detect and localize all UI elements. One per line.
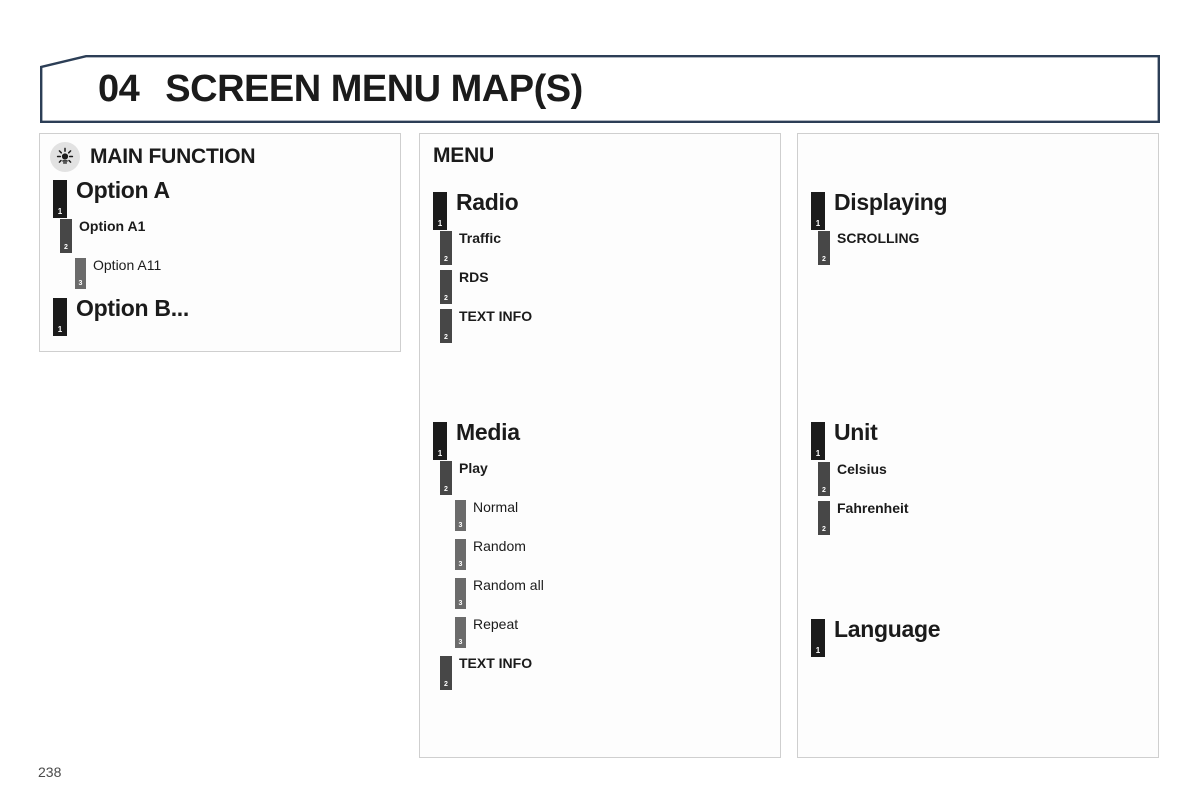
level-marker-number: 1 bbox=[57, 325, 63, 334]
menu-item-label: SCROLLING bbox=[837, 230, 920, 246]
level-marker-2: 2 bbox=[440, 231, 452, 265]
menu-item-label: Repeat bbox=[473, 616, 519, 632]
menu-item-level-1[interactable]: 1 Option B... bbox=[53, 295, 189, 336]
level-marker-1: 1 bbox=[433, 192, 447, 230]
level-marker-number: 2 bbox=[444, 256, 448, 263]
menu-item-level-3[interactable]: 3 Option A11 bbox=[75, 257, 162, 289]
level-marker-2: 2 bbox=[440, 656, 452, 690]
menu-item-label: RDS bbox=[459, 269, 489, 285]
level-marker-3: 3 bbox=[455, 500, 466, 531]
menu-item-label: Traffic bbox=[459, 230, 502, 246]
level-marker-1: 1 bbox=[433, 422, 447, 460]
level-marker-2: 2 bbox=[818, 231, 830, 265]
level-marker-2: 2 bbox=[818, 462, 830, 496]
menu-item-level-1[interactable]: 1 Media bbox=[433, 419, 520, 460]
menu-item-level-3[interactable]: 3 Random all bbox=[455, 577, 544, 609]
menu-item-level-1[interactable]: 1 Unit bbox=[811, 419, 878, 460]
sun-glyph bbox=[56, 147, 74, 164]
level-marker-number: 2 bbox=[822, 526, 826, 533]
menu-item-label: Fahrenheit bbox=[837, 500, 909, 516]
level-marker-1: 1 bbox=[811, 192, 825, 230]
settings-panel: 1 Displaying 2 SCROLLING 1 Unit 2 Celsius 2 Fahre… bbox=[797, 133, 1159, 758]
level-marker-1: 1 bbox=[53, 298, 67, 336]
chapter-title: SCREEN MENU MAP(S) bbox=[165, 68, 583, 110]
level-marker-number: 2 bbox=[822, 487, 826, 494]
menu-item-level-2[interactable]: 2 TEXT INFO bbox=[440, 308, 533, 343]
chapter-number: 04 bbox=[98, 68, 140, 110]
legend-header: MAIN FUNCTION bbox=[50, 142, 256, 172]
level-marker-3: 3 bbox=[455, 617, 466, 648]
menu-panel-heading: MENU bbox=[433, 144, 495, 167]
level-marker-3: 3 bbox=[75, 258, 86, 289]
level-marker-number: 2 bbox=[444, 486, 448, 493]
menu-item-label: Option A1 bbox=[79, 218, 146, 234]
level-marker-2: 2 bbox=[440, 270, 452, 304]
level-marker-number: 1 bbox=[437, 449, 443, 458]
menu-item-label: Option A bbox=[76, 177, 170, 203]
sun-brightness-icon bbox=[50, 142, 80, 172]
menu-item-label: Option A11 bbox=[93, 257, 162, 273]
level-marker-number: 3 bbox=[458, 522, 463, 529]
level-marker-number: 2 bbox=[444, 334, 448, 341]
level-marker-number: 3 bbox=[78, 280, 83, 287]
menu-item-level-2[interactable]: 2 Option A1 bbox=[60, 218, 146, 253]
menu-item-level-1[interactable]: 1 Option A bbox=[53, 177, 170, 218]
level-marker-number: 3 bbox=[458, 561, 463, 568]
menu-item-level-3[interactable]: 3 Random bbox=[455, 538, 526, 570]
level-marker-number: 1 bbox=[57, 207, 63, 216]
menu-item-label: Normal bbox=[473, 499, 519, 515]
menu-item-level-1[interactable]: 1 Radio bbox=[433, 189, 519, 230]
level-marker-1: 1 bbox=[53, 180, 67, 218]
menu-panel: MENU 1 Radio 2 Traffic 2 RDS 2 TEXT INFO 1 Media 2… bbox=[419, 133, 781, 758]
level-marker-2: 2 bbox=[440, 309, 452, 343]
chapter-header-banner: 04 SCREEN MENU MAP(S) bbox=[40, 55, 1160, 123]
menu-item-level-1[interactable]: 1 Language bbox=[811, 616, 941, 657]
menu-item-level-2[interactable]: 2 Celsius bbox=[818, 461, 887, 496]
menu-item-label: Celsius bbox=[837, 461, 887, 477]
menu-item-level-2[interactable]: 2 SCROLLING bbox=[818, 230, 920, 265]
legend-title: MAIN FUNCTION bbox=[90, 145, 256, 168]
menu-item-label: TEXT INFO bbox=[459, 655, 533, 671]
page-title: 04 SCREEN MENU MAP(S) bbox=[98, 55, 583, 123]
level-marker-1: 1 bbox=[811, 422, 825, 460]
menu-item-level-2[interactable]: 2 Fahrenheit bbox=[818, 500, 909, 535]
menu-item-label: Random all bbox=[473, 577, 544, 593]
page-number: 238 bbox=[38, 764, 62, 780]
menu-item-level-3[interactable]: 3 Normal bbox=[455, 499, 519, 531]
level-marker-number: 1 bbox=[815, 646, 821, 655]
menu-item-label: Option B... bbox=[76, 295, 189, 321]
menu-item-level-2[interactable]: 2 TEXT INFO bbox=[440, 655, 533, 690]
level-marker-number: 1 bbox=[437, 219, 443, 228]
level-marker-2: 2 bbox=[818, 501, 830, 535]
menu-item-label: Displaying bbox=[834, 189, 948, 215]
level-marker-number: 2 bbox=[444, 295, 448, 302]
level-marker-3: 3 bbox=[455, 539, 466, 570]
level-marker-number: 3 bbox=[458, 600, 463, 607]
level-marker-1: 1 bbox=[811, 619, 825, 657]
menu-item-level-3[interactable]: 3 Repeat bbox=[455, 616, 519, 648]
menu-item-label: Language bbox=[834, 616, 941, 642]
level-marker-2: 2 bbox=[60, 219, 72, 253]
level-marker-2: 2 bbox=[440, 461, 452, 495]
menu-item-label: Play bbox=[459, 460, 488, 476]
level-marker-number: 1 bbox=[815, 449, 821, 458]
menu-item-level-2[interactable]: 2 Traffic bbox=[440, 230, 502, 265]
menu-item-level-2[interactable]: 2 Play bbox=[440, 460, 488, 495]
menu-item-label: Media bbox=[456, 419, 520, 445]
level-marker-3: 3 bbox=[455, 578, 466, 609]
menu-item-level-2[interactable]: 2 RDS bbox=[440, 269, 489, 304]
level-marker-number: 2 bbox=[822, 256, 826, 263]
legend-panel: MAIN FUNCTION 1 Option A 2 Option A1 3 Option… bbox=[39, 133, 401, 352]
level-marker-number: 3 bbox=[458, 639, 463, 646]
level-marker-number: 2 bbox=[444, 681, 448, 688]
level-marker-number: 1 bbox=[815, 219, 821, 228]
menu-item-label: TEXT INFO bbox=[459, 308, 533, 324]
menu-item-label: Radio bbox=[456, 189, 519, 215]
menu-item-label: Random bbox=[473, 538, 526, 554]
menu-item-level-1[interactable]: 1 Displaying bbox=[811, 189, 948, 230]
menu-item-label: Unit bbox=[834, 419, 878, 445]
level-marker-number: 2 bbox=[64, 244, 68, 251]
